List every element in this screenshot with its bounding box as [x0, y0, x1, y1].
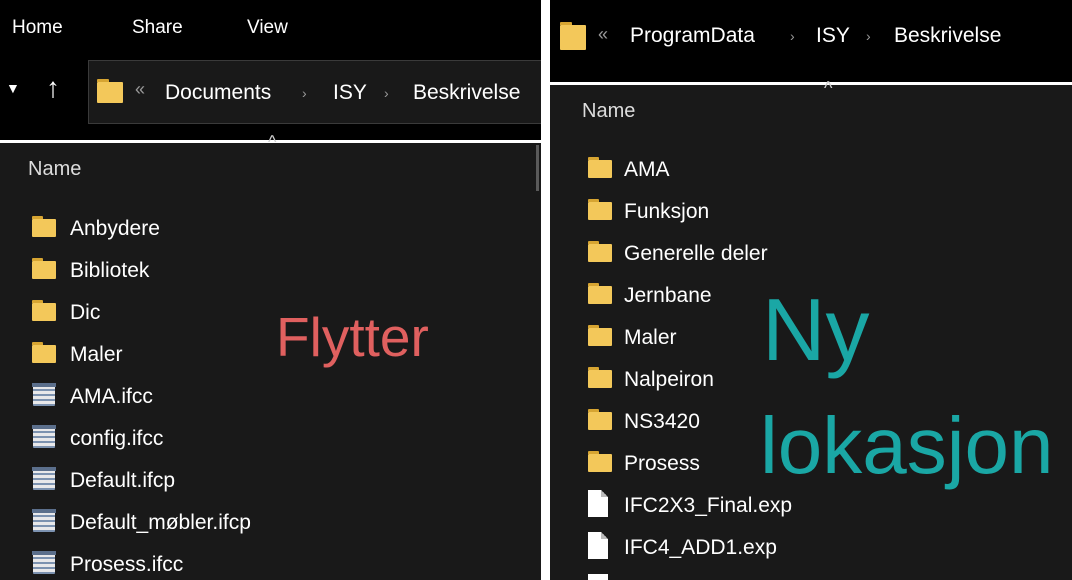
folder-icon: [588, 451, 612, 472]
item-name: Funksjon: [624, 200, 710, 223]
overlay-label-flytter: Flytter: [276, 306, 429, 368]
item-name: AMA.ifcc: [70, 385, 153, 408]
breadcrumb-isy[interactable]: ISY: [333, 81, 367, 105]
tab-share[interactable]: Share: [132, 17, 183, 39]
document-icon: [588, 532, 608, 559]
item-name: Prosess.ifcc: [70, 553, 184, 576]
tab-view[interactable]: View: [247, 17, 288, 39]
item-name: Default_møbler.ifcp: [70, 511, 251, 534]
item-name: Dic: [70, 301, 101, 324]
folder-icon: [588, 325, 612, 346]
address-overflow-icon[interactable]: «: [135, 79, 145, 100]
right-explorer-window: « ProgramData › ISY › Beskrivelse ^ Name…: [550, 0, 1072, 580]
folder-icon: [588, 283, 612, 304]
item-name: Maler: [624, 326, 677, 349]
folder-icon: [32, 258, 56, 279]
overlay-label-ny: Ny: [762, 280, 870, 379]
pane-divider: [550, 82, 1072, 85]
ifcc-file-icon: [32, 425, 56, 449]
folder-icon: [588, 367, 612, 388]
folder-icon: [588, 409, 612, 430]
item-name: Nalpeiron: [624, 368, 714, 391]
document-icon: [588, 490, 608, 517]
breadcrumb-programdata[interactable]: ProgramData: [630, 24, 755, 48]
up-arrow-icon[interactable]: ↑: [46, 72, 60, 104]
recent-locations-chevron-icon[interactable]: ▼: [6, 80, 20, 96]
folder-icon: [560, 22, 586, 50]
item-name: NS3420: [624, 410, 700, 433]
breadcrumb-chevron-icon[interactable]: ›: [384, 85, 389, 101]
folder-icon: [97, 79, 123, 103]
overlay-label-lokasjon: lokasjon: [760, 401, 1054, 490]
column-header-name[interactable]: Name: [28, 158, 81, 181]
address-overflow-icon[interactable]: «: [598, 24, 608, 45]
folder-icon: [32, 342, 56, 363]
breadcrumb-beskrivelse[interactable]: Beskrivelse: [894, 24, 1001, 48]
item-name: Jernbane: [624, 284, 712, 307]
navigation-bar: « ProgramData › ISY › Beskrivelse: [550, 0, 1072, 82]
ribbon-tabs: Home Share View: [0, 0, 541, 58]
navigation-bar: ▼ ↑ « Documents › ISY › Beskrivelse: [0, 58, 541, 140]
breadcrumb-chevron-icon[interactable]: ›: [302, 85, 307, 101]
item-name: Maler: [70, 343, 123, 366]
item-name: Prosess: [624, 452, 700, 475]
ifcc-file-icon: [32, 383, 56, 407]
sort-ascending-icon: ^: [824, 78, 833, 98]
ifcc-file-icon: [32, 551, 56, 575]
ifcc-file-icon: [32, 509, 56, 533]
tab-home[interactable]: Home: [12, 17, 63, 39]
item-name: Generelle deler: [624, 242, 768, 265]
item-name: IFC2X3_Final.exp: [624, 494, 793, 517]
document-icon: [588, 574, 608, 580]
breadcrumb-beskrivelse[interactable]: Beskrivelse: [413, 81, 520, 105]
folder-icon: [588, 157, 612, 178]
folder-icon: [588, 241, 612, 262]
sort-ascending-icon: ^: [268, 132, 277, 152]
breadcrumb-chevron-icon[interactable]: ›: [866, 28, 871, 44]
item-name: Bibliotek: [70, 259, 150, 282]
item-name: AMA: [624, 158, 670, 181]
breadcrumb-isy[interactable]: ISY: [816, 24, 850, 48]
scrollbar[interactable]: [536, 145, 539, 191]
item-name: Default.ifcp: [70, 469, 176, 492]
folder-icon: [588, 199, 612, 220]
item-name: Anbydere: [70, 217, 160, 240]
breadcrumb-chevron-icon[interactable]: ›: [790, 28, 795, 44]
folder-icon: [32, 300, 56, 321]
left-explorer-window: Home Share View ▼ ↑ « Documents › ISY › …: [0, 0, 541, 580]
address-bar[interactable]: « Documents › ISY › Beskrivelse: [88, 60, 541, 124]
item-name: IFC4_ADD1.exp: [624, 536, 777, 559]
column-header-name[interactable]: Name: [582, 100, 635, 123]
breadcrumb-documents[interactable]: Documents: [165, 81, 271, 105]
item-name: config.ifcc: [70, 427, 164, 450]
folder-icon: [32, 216, 56, 237]
ifcc-file-icon: [32, 467, 56, 491]
